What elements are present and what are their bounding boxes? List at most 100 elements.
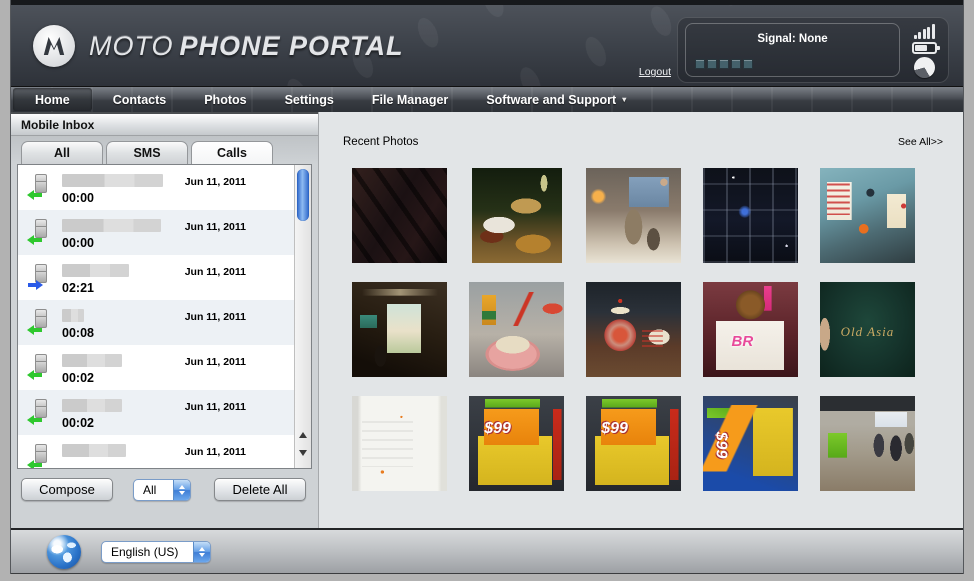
nav-item-contacts[interactable]: Contacts — [94, 87, 185, 112]
inbox-entry[interactable]: 00:00 Jun 11, 2011 — [18, 165, 294, 210]
scrollbar-thumb[interactable] — [297, 169, 309, 221]
entry-date: Jun 11, 2011 — [185, 401, 246, 413]
app-header: MOTOPHONE PORTAL Logout Signal: None — [11, 0, 963, 86]
signal-block — [695, 59, 705, 69]
recent-photos-section: Recent Photos See All>> BR Old Asia — [319, 112, 963, 528]
photo-overlay-text: $99 — [601, 420, 628, 438]
signal-strength-blocks — [695, 59, 753, 69]
panel-title: Mobile Inbox — [11, 112, 318, 136]
globe-icon — [47, 535, 81, 569]
photo-thumbnail-15[interactable] — [820, 396, 915, 491]
redacted-name — [62, 264, 129, 277]
photo-thumbnail-5[interactable] — [820, 168, 915, 263]
photo-thumbnail-9[interactable]: BR — [703, 282, 798, 377]
photo-thumbnail-2[interactable] — [472, 168, 562, 263]
photo-thumbnail-8[interactable] — [586, 282, 681, 377]
message-filter-select[interactable]: All — [133, 479, 191, 501]
nav-item-file-manager[interactable]: File Manager — [353, 87, 467, 112]
signal-block — [707, 59, 717, 69]
entry-date: Jun 11, 2011 — [185, 311, 246, 323]
tab-all[interactable]: All — [21, 141, 103, 164]
nav-item-photos[interactable]: Photos — [185, 87, 265, 112]
call-duration: 00:02 — [62, 416, 294, 430]
tab-sms[interactable]: SMS — [106, 141, 188, 164]
call-duration: 00:00 — [62, 191, 294, 205]
photo-overlay-text: BR — [732, 333, 754, 350]
photo-thumbnail-10[interactable]: Old Asia — [820, 282, 915, 377]
incoming-call-icon — [27, 325, 43, 335]
signal-bars-icon — [914, 24, 935, 39]
inbox-list: 00:00 Jun 11, 2011 00:00 Jun 11, 2011 — [17, 164, 312, 469]
entry-date: Jun 11, 2011 — [185, 446, 246, 458]
section-title: Recent Photos — [343, 136, 418, 148]
inbox-entry[interactable]: 00:02 Jun 11, 2011 — [18, 345, 294, 390]
main-nav: Home Contacts Photos Settings File Manag… — [11, 86, 963, 112]
language-select[interactable]: English (US) — [101, 541, 211, 563]
call-duration: 00:00 — [62, 236, 294, 250]
redacted-name — [62, 444, 126, 457]
outgoing-call-icon — [27, 280, 43, 290]
storage-pie-icon — [914, 57, 935, 78]
photo-overlay-text: $99 — [484, 420, 511, 438]
photo-thumbnail-4[interactable] — [703, 168, 798, 263]
scroll-down-button[interactable] — [295, 446, 311, 460]
incoming-call-icon — [27, 415, 43, 425]
photo-overlay-text: Old Asia — [820, 324, 915, 340]
scroll-up-button[interactable] — [295, 428, 311, 442]
app-title-rest: PHONE PORTAL — [180, 31, 404, 61]
inbox-entry[interactable]: 00:02 Jun 11, 2011 — [18, 390, 294, 435]
app-footer: English (US) — [11, 528, 963, 574]
nav-item-home[interactable]: Home — [13, 88, 92, 111]
inbox-entry[interactable]: 00:00 Jun 11, 2011 — [18, 210, 294, 255]
photo-thumbnail-6[interactable] — [352, 282, 447, 377]
motorola-logo-icon — [33, 25, 75, 67]
brand: MOTOPHONE PORTAL — [33, 25, 404, 67]
see-all-link[interactable]: See All>> — [898, 136, 943, 148]
filter-selected-value: All — [134, 483, 173, 497]
mobile-inbox-panel: Mobile Inbox All SMS Calls 00:00 Jun 11,… — [11, 112, 319, 528]
app-title-moto: MOTO — [89, 31, 174, 61]
signal-block — [719, 59, 729, 69]
stepper-icon — [193, 542, 210, 562]
inbox-actions: Compose All Delete All — [11, 469, 318, 501]
photo-thumbnail-13[interactable]: $99 — [586, 396, 681, 491]
signal-status-label: Signal: None — [686, 33, 899, 45]
logout-link[interactable]: Logout — [639, 66, 671, 78]
compose-button[interactable]: Compose — [21, 478, 113, 501]
photo-overlay-text: $99 — [711, 432, 729, 459]
photo-thumbnail-11[interactable] — [352, 396, 447, 491]
redacted-name — [62, 309, 84, 322]
stepper-icon — [173, 480, 190, 500]
photo-thumbnail-7[interactable] — [469, 282, 564, 377]
photo-thumbnail-12[interactable]: $99 — [469, 396, 564, 491]
battery-icon — [912, 42, 937, 54]
call-duration: 00:08 — [62, 326, 294, 340]
redacted-name — [62, 354, 122, 367]
inbox-entry[interactable]: 00:08 Jun 11, 2011 — [18, 300, 294, 345]
tab-calls[interactable]: Calls — [191, 141, 273, 164]
delete-all-button[interactable]: Delete All — [214, 478, 306, 501]
signal-block — [731, 59, 741, 69]
photo-thumbnail-1[interactable] — [352, 168, 447, 263]
nav-item-settings[interactable]: Settings — [266, 87, 353, 112]
incoming-call-icon — [27, 370, 43, 380]
redacted-name — [62, 174, 163, 187]
nav-item-software-support[interactable]: Software and Support▾ — [467, 87, 645, 112]
inbox-entries: 00:00 Jun 11, 2011 00:00 Jun 11, 2011 — [18, 165, 294, 469]
inbox-scrollbar[interactable] — [294, 165, 311, 468]
incoming-call-icon — [27, 460, 43, 469]
inbox-entry[interactable]: 02:21 Jun 11, 2011 — [18, 255, 294, 300]
photo-thumbnail-3[interactable] — [586, 168, 681, 263]
app-title: MOTOPHONE PORTAL — [89, 31, 404, 62]
entry-date: Jun 11, 2011 — [185, 176, 246, 188]
call-duration: 00:02 — [62, 371, 294, 385]
inbox-tabs: All SMS Calls — [11, 136, 318, 164]
entry-date: Jun 11, 2011 — [185, 266, 246, 278]
photo-thumbnail-14[interactable]: $99 — [703, 396, 798, 491]
redacted-name — [62, 399, 122, 412]
main-content: Mobile Inbox All SMS Calls 00:00 Jun 11,… — [11, 112, 963, 528]
redacted-name — [62, 219, 161, 232]
photos-header: Recent Photos See All>> — [343, 136, 947, 148]
status-inner-panel: Signal: None — [685, 23, 900, 77]
inbox-entry[interactable]: Jun 11, 2011 — [18, 435, 294, 469]
